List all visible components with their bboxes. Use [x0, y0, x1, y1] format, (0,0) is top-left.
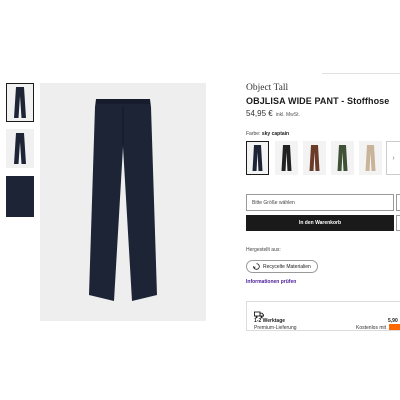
thumbnail-detail[interactable] [6, 176, 34, 217]
thumbnail-back-image [14, 133, 26, 164]
materials-info-link[interactable]: Informationen prüfen [246, 279, 296, 285]
materials-heading: Hergestellt aus: [246, 247, 281, 253]
delivery-type: Premium-Lieferung [254, 325, 297, 331]
size-select[interactable]: Bitte Größe wählen [246, 194, 394, 211]
size-guide-button[interactable] [396, 194, 400, 211]
delivery-days: 1-2 Werktage [254, 318, 286, 324]
product-price: 54,95 € [246, 109, 273, 118]
membership-badge [389, 324, 400, 330]
pants-illustration [89, 99, 157, 301]
vat-note: inkl. MwSt. [275, 112, 300, 118]
color-label: Farbe: sky captain [246, 131, 289, 137]
swatch-pants-green [337, 145, 348, 171]
product-title: OBJLISA WIDE PANT - Stoffhose [246, 96, 390, 106]
recycle-icon [253, 263, 260, 270]
product-brand[interactable]: Object Tall [246, 83, 288, 93]
add-to-cart-button[interactable]: In den Warenkorb [246, 215, 394, 231]
header-divider [322, 73, 400, 74]
more-colors-button[interactable]: › [386, 141, 400, 175]
recycled-materials-label: Recycelte Materialien [263, 263, 311, 270]
color-swatch-beige[interactable] [359, 141, 382, 175]
color-swatch-sky-captain[interactable] [246, 141, 269, 175]
thumbnail-front[interactable] [6, 83, 34, 122]
thumbnail-front-image [14, 87, 26, 118]
color-label-prefix: Farbe: [246, 131, 261, 137]
swatch-pants-black [281, 145, 292, 171]
wishlist-button[interactable] [396, 215, 400, 231]
product-main-image[interactable] [40, 83, 206, 321]
color-swatch-green[interactable] [331, 141, 354, 175]
thumbnail-back[interactable] [6, 129, 34, 168]
swatch-pants-brown [309, 145, 320, 171]
chevron-right-icon: › [392, 154, 395, 162]
product-price-row: 54,95 € inkl. MwSt. [246, 109, 300, 118]
color-swatch-brown[interactable] [303, 141, 326, 175]
swatch-pants-sky-captain [252, 145, 263, 171]
selected-color-name: sky captain [261, 131, 290, 137]
recycled-materials-badge[interactable]: Recycelte Materialien [246, 260, 318, 273]
swatch-pants-beige [365, 145, 376, 171]
color-swatch-black[interactable] [275, 141, 298, 175]
free-delivery-note: Kostenlos mit [356, 325, 387, 331]
